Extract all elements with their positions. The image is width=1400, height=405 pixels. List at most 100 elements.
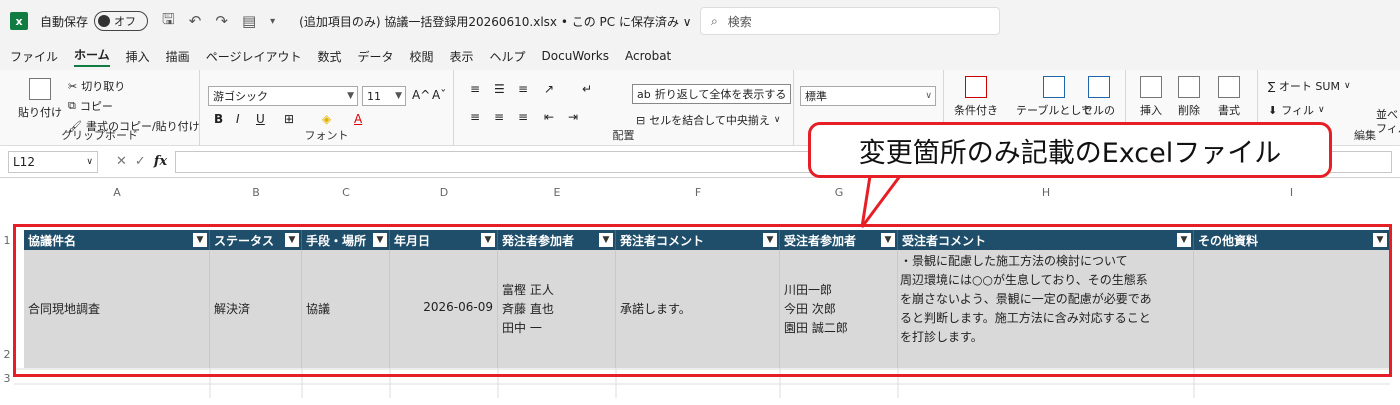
align-right-icon[interactable]: ≡ [518,110,528,124]
cell-date[interactable]: 2026-06-09 [390,250,498,368]
filter-dropdown-icon[interactable]: ▼ [481,233,495,247]
table-format-button[interactable]: テーブルとして [1016,76,1092,118]
search-box[interactable]: ⌕ 検索 [700,7,1000,35]
bold-button[interactable]: B [214,112,223,126]
column-header-e[interactable]: E [498,186,616,199]
number-format-select[interactable]: 標準 ∨ [800,86,936,106]
column-header-b[interactable]: B [210,186,302,199]
cell-method[interactable]: 協議 [302,250,390,368]
filter-dropdown-icon[interactable]: ▼ [1373,233,1387,247]
delete-cells-icon [1178,76,1200,98]
orientation-icon[interactable]: ↗ [544,82,554,96]
merge-center-button[interactable]: ⊟ セルを結合して中央揃え ∨ [636,112,780,128]
align-bottom-icon[interactable]: ≡ [518,82,528,96]
undo-icon[interactable]: ↶ [189,12,202,30]
grow-font-button[interactable]: A^ [412,88,430,102]
fill-button[interactable]: ⬇ フィル ∨ [1268,102,1325,118]
font-color-icon[interactable]: A [354,112,362,126]
tab-view[interactable]: 表示 [450,48,474,65]
align-left-icon[interactable]: ≡ [470,110,480,124]
autosum-button[interactable]: ∑ オート SUM ∨ [1268,78,1351,94]
tab-page-layout[interactable]: ページレイアウト [206,48,302,65]
cancel-icon[interactable]: ✕ [116,154,127,169]
file-name[interactable]: (追加項目のみ) 協議一括登録用20260610.xlsx • この PC に保… [299,13,691,30]
header-cell-date[interactable]: 年月日 ▼ [390,230,498,250]
insert-cells-button[interactable]: 挿入 [1140,76,1162,118]
copy-button[interactable]: ⧉ コピー [68,98,113,114]
delete-cells-button[interactable]: 削除 [1178,76,1200,118]
save-icon[interactable]: 🖫 [162,9,175,34]
tab-help[interactable]: ヘルプ [490,48,526,65]
row-header-3[interactable]: 3 [0,372,14,385]
shrink-font-button[interactable]: Aˇ [432,88,446,102]
tab-draw[interactable]: 描画 [166,48,190,65]
filter-dropdown-icon[interactable]: ▼ [599,233,613,247]
italic-button[interactable]: I [236,112,240,126]
header-cell-other[interactable]: その他資料 ▼ [1194,230,1389,250]
column-header-c[interactable]: C [302,186,390,199]
tab-formulas[interactable]: 数式 [317,48,341,65]
cell-status[interactable]: 解決済 [210,250,302,368]
align-top-icon[interactable]: ≡ [470,82,480,96]
cell-contractor-comment[interactable]: ・景観に配慮した施工方法の検討について 周辺環境には○○が生息しており、その生態… [898,250,1194,368]
format-cells-button[interactable]: 書式 [1218,76,1240,118]
header-cell-title[interactable]: 協議件名 ▼ [24,230,210,250]
font-name-select[interactable]: 游ゴシック ▼ [208,86,358,106]
redo-icon[interactable]: ↷ [215,12,228,30]
header-label: 手段・場所 [306,233,367,248]
filter-dropdown-icon[interactable]: ▼ [193,233,207,247]
rtl-icon[interactable]: ↵ [582,82,592,96]
font-size-select[interactable]: 11 ▼ [362,86,406,106]
cell-styles-button[interactable]: セルの [1082,76,1115,118]
name-box[interactable]: L12 ∨ [8,150,98,173]
border-icon[interactable]: ⊞ [284,112,294,126]
chevron-down-icon: ∨ [86,156,93,167]
column-header-f[interactable]: F [616,186,780,199]
underline-button[interactable]: U [256,112,265,126]
indent-decrease-icon[interactable]: ⇤ [544,110,554,124]
column-header-h[interactable]: H [898,186,1194,199]
filter-dropdown-icon[interactable]: ▼ [1177,233,1191,247]
tab-home[interactable]: ホーム [74,46,110,67]
quick-access-icon[interactable]: ▤ [242,12,256,30]
conditional-format-button[interactable]: 条件付き [954,76,998,118]
column-header-i[interactable]: I [1194,186,1389,199]
tab-acrobat[interactable]: Acrobat [625,49,671,63]
column-header-d[interactable]: D [390,186,498,199]
header-cell-client-participants[interactable]: 発注者参加者 ▼ [498,230,616,250]
align-center-icon[interactable]: ≡ [494,110,504,124]
cell-title[interactable]: 合同現地調査 [24,250,210,368]
filter-dropdown-icon[interactable]: ▼ [881,233,895,247]
tab-docuworks[interactable]: DocuWorks [542,49,609,63]
group-alignment: ≡ ☰ ≡ ↗ ↵ ≡ ≡ ≡ ⇤ ⇥ ab 折り返して全体を表示する ⊟ セル… [454,70,794,146]
header-cell-status[interactable]: ステータス ▼ [210,230,302,250]
row-header-1[interactable]: 1 [0,234,14,247]
customize-qat-icon[interactable]: ▾ [270,16,275,27]
cell-client-comment[interactable]: 承諾します。 [616,250,780,368]
header-cell-method[interactable]: 手段・場所 ▼ [302,230,390,250]
enter-icon[interactable]: ✓ [135,154,146,169]
indent-increase-icon[interactable]: ⇥ [568,110,578,124]
header-cell-client-comment[interactable]: 発注者コメント ▼ [616,230,780,250]
header-cell-contractor-participants[interactable]: 受注者参加者 ▼ [780,230,898,250]
align-middle-icon[interactable]: ☰ [494,82,505,96]
tab-insert[interactable]: 挿入 [126,48,150,65]
header-cell-contractor-comment[interactable]: 受注者コメント ▼ [898,230,1194,250]
paste-button[interactable]: 貼り付け [18,78,62,120]
tab-file[interactable]: ファイル [10,48,58,65]
autosave-toggle[interactable]: オフ [94,11,149,31]
filter-dropdown-icon[interactable]: ▼ [373,233,387,247]
wrap-text-button[interactable]: ab 折り返して全体を表示する [632,84,792,104]
filter-dropdown-icon[interactable]: ▼ [763,233,777,247]
insert-function-button[interactable]: fx [154,154,167,169]
column-header-a[interactable]: A [24,186,210,199]
cell-client-participants[interactable]: 富樫 正人 斉藤 直也 田中 一 [498,250,616,368]
fill-color-icon[interactable]: ◈ [322,112,331,126]
tab-data[interactable]: データ [357,48,393,65]
row-header-2[interactable]: 2 [0,348,14,361]
tab-review[interactable]: 校閲 [409,48,433,65]
filter-dropdown-icon[interactable]: ▼ [285,233,299,247]
cell-contractor-participants[interactable]: 川田一郎 今田 次郎 園田 誠二郎 [780,250,898,368]
cut-button[interactable]: ✂ 切り取り [68,78,125,94]
cell-other[interactable] [1194,250,1389,368]
